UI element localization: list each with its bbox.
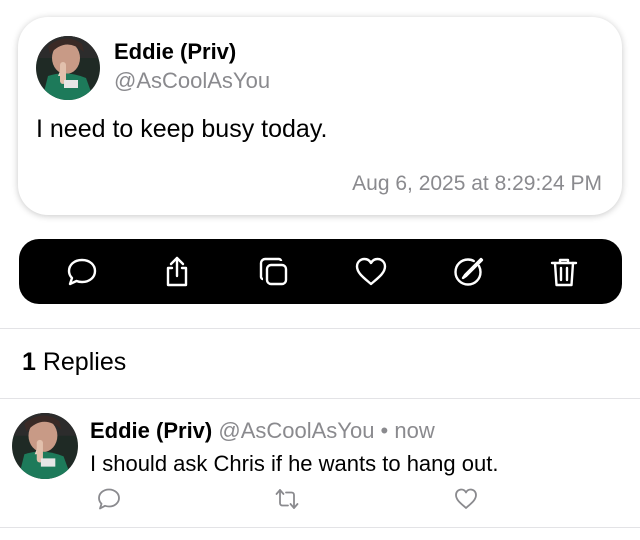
reply-icon	[98, 488, 120, 510]
avatar[interactable]	[36, 36, 100, 100]
replies-count: 1	[22, 348, 36, 376]
copy-button[interactable]	[256, 254, 292, 290]
thread-view: Eddie (Priv) @AsCoolAsYou I need to keep…	[0, 0, 640, 540]
share-button[interactable]	[159, 254, 195, 290]
reply-like-button[interactable]	[452, 485, 480, 513]
reply-meta: Eddie (Priv) @AsCoolAsYou • now	[90, 418, 435, 444]
post-timestamp: Aug 6, 2025 at 8:29:24 PM	[352, 172, 602, 195]
divider	[0, 328, 640, 329]
reply-text: I should ask Chris if he wants to hang o…	[90, 451, 499, 476]
edit-icon	[454, 257, 484, 286]
like-button[interactable]	[353, 254, 389, 290]
edit-button[interactable]	[450, 254, 486, 290]
replies-label: Replies	[35, 348, 127, 376]
repost-icon	[275, 489, 299, 509]
heart-icon	[355, 257, 387, 286]
reply-repost-button[interactable]	[273, 485, 301, 513]
divider	[0, 398, 640, 399]
trash-icon	[550, 258, 578, 287]
post-author-name: Eddie (Priv)	[114, 39, 237, 64]
reply-button[interactable]	[64, 254, 100, 290]
reply-author-handle: @AsCoolAsYou	[218, 418, 375, 443]
reply-reply-button[interactable]	[95, 485, 123, 513]
reply-author-name: Eddie (Priv)	[90, 418, 213, 443]
reply-separator: •	[374, 418, 395, 443]
post-text: I need to keep busy today.	[36, 115, 328, 143]
avatar[interactable]	[12, 413, 78, 479]
divider	[0, 527, 640, 528]
post-action-bar	[19, 239, 622, 304]
replies-header: 1 Replies	[22, 348, 126, 377]
heart-icon	[455, 488, 477, 509]
reply-icon	[67, 258, 97, 286]
post-author-handle: @AsCoolAsYou	[114, 68, 271, 93]
post-card[interactable]: Eddie (Priv) @AsCoolAsYou I need to keep…	[18, 17, 622, 215]
reply-time: now	[394, 418, 435, 443]
delete-button[interactable]	[546, 254, 582, 290]
copy-icon	[259, 257, 288, 286]
share-icon	[166, 256, 188, 287]
